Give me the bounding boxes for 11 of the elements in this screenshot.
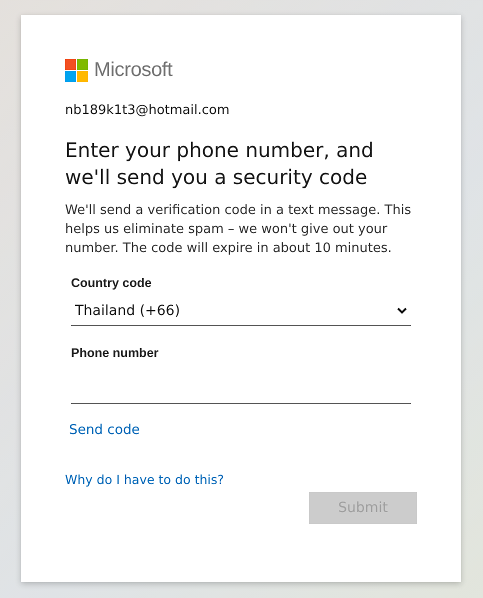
field-label: Phone number	[71, 346, 160, 360]
country-select[interactable]: Thailand (+66)	[71, 296, 411, 326]
field-label: Country code	[71, 276, 153, 290]
chevron-down-icon	[397, 307, 407, 314]
help-link[interactable]: Why do I have to do this?	[65, 472, 224, 487]
account-email: nb189k1t3@hotmail.com	[65, 103, 231, 118]
page-heading: Enter your phone number, and we'll send you a security code	[65, 137, 375, 191]
send-code-link[interactable]: Send code	[69, 422, 140, 438]
logo-text: Microsoft	[94, 58, 172, 82]
four-squares-icon	[65, 58, 88, 82]
description: We'll send a verification code in a text message. This helps us eliminate spam – we won't give out your number. The code will expire in about 10 minutes.	[65, 202, 412, 258]
